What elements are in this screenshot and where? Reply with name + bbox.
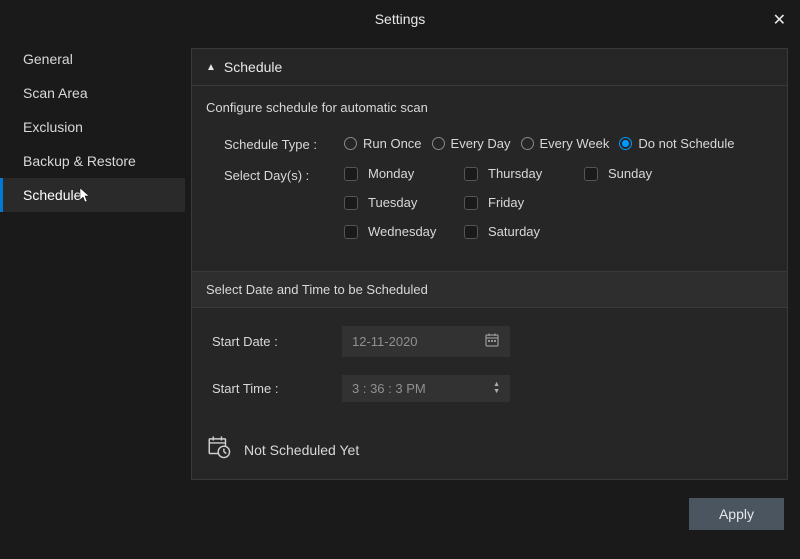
sidebar-item-exclusion[interactable]: Exclusion xyxy=(0,110,185,144)
spinner-down-icon[interactable]: ▼ xyxy=(493,389,500,395)
sidebar-item-scan-area[interactable]: Scan Area xyxy=(0,76,185,110)
start-time-label: Start Time : xyxy=(212,381,342,396)
calendar-icon[interactable] xyxy=(484,332,500,351)
checkbox-saturday[interactable]: Saturday xyxy=(464,224,584,239)
start-time-row: Start Time : 3 : 36 : 3 PM ▲▼ xyxy=(212,375,767,402)
checkbox-icon xyxy=(464,167,478,181)
radio-label: Every Day xyxy=(451,136,511,151)
checkbox-icon xyxy=(344,196,358,210)
checkbox-icon xyxy=(344,225,358,239)
checkbox-monday[interactable]: Monday xyxy=(344,166,464,181)
sidebar-item-label: Exclusion xyxy=(23,119,83,135)
schedule-status-icon xyxy=(206,434,232,465)
start-date-label: Start Date : xyxy=(212,334,342,349)
chevron-up-icon: ▲ xyxy=(206,62,216,73)
apply-button[interactable]: Apply xyxy=(689,498,784,530)
day-label: Saturday xyxy=(488,224,540,239)
checkbox-icon xyxy=(464,196,478,210)
checkbox-icon xyxy=(584,167,598,181)
checkbox-tuesday[interactable]: Tuesday xyxy=(344,195,464,210)
schedule-type-row: Schedule Type : Run Once Every Day Every… xyxy=(224,135,755,152)
cursor-icon xyxy=(79,187,93,206)
days-grid: Monday Thursday Sunday Tuesday Friday We… xyxy=(344,166,684,239)
start-date-row: Start Date : 12-11-2020 xyxy=(212,326,767,357)
day-label: Tuesday xyxy=(368,195,417,210)
radio-do-not-schedule[interactable]: Do not Schedule xyxy=(619,136,734,151)
status-text: Not Scheduled Yet xyxy=(244,442,359,458)
sidebar-item-schedule[interactable]: Schedule xyxy=(0,178,185,212)
panel-title: Schedule xyxy=(224,59,282,75)
sidebar-item-label: General xyxy=(23,51,73,67)
radio-every-day[interactable]: Every Day xyxy=(432,136,511,151)
day-label: Monday xyxy=(368,166,414,181)
title-bar: Settings ✕ xyxy=(0,0,800,38)
start-date-value: 12-11-2020 xyxy=(352,334,418,349)
day-label: Friday xyxy=(488,195,524,210)
schedule-type-label: Schedule Type : xyxy=(224,135,344,152)
day-label: Sunday xyxy=(608,166,652,181)
checkbox-thursday[interactable]: Thursday xyxy=(464,166,584,181)
schedule-panel: ▲ Schedule Configure schedule for automa… xyxy=(191,48,788,480)
start-time-input[interactable]: 3 : 36 : 3 PM ▲▼ xyxy=(342,375,510,402)
sidebar-item-label: Schedule xyxy=(23,187,81,203)
datetime-section-header: Select Date and Time to be Scheduled xyxy=(192,271,787,308)
select-days-row: Select Day(s) : Monday Thursday Sunday T… xyxy=(224,166,755,239)
schedule-form: Schedule Type : Run Once Every Day Every… xyxy=(192,135,787,271)
sidebar-item-backup-restore[interactable]: Backup & Restore xyxy=(0,144,185,178)
window-title: Settings xyxy=(375,11,426,27)
start-date-input[interactable]: 12-11-2020 xyxy=(342,326,510,357)
status-row: Not Scheduled Yet xyxy=(192,430,787,479)
day-label: Wednesday xyxy=(368,224,436,239)
radio-label: Every Week xyxy=(540,136,610,151)
sidebar: General Scan Area Exclusion Backup & Res… xyxy=(0,38,185,559)
select-days-label: Select Day(s) : xyxy=(224,166,344,239)
sidebar-item-label: Scan Area xyxy=(23,85,88,101)
radio-label: Do not Schedule xyxy=(638,136,734,151)
checkbox-wednesday[interactable]: Wednesday xyxy=(344,224,464,239)
start-time-value: 3 : 36 : 3 PM xyxy=(352,381,426,396)
time-spinner[interactable]: ▲▼ xyxy=(493,382,500,395)
checkbox-friday[interactable]: Friday xyxy=(464,195,584,210)
footer: Apply xyxy=(191,480,788,544)
sidebar-item-label: Backup & Restore xyxy=(23,153,136,169)
checkbox-sunday[interactable]: Sunday xyxy=(584,166,684,181)
panel-description: Configure schedule for automatic scan xyxy=(192,86,787,135)
day-label: Thursday xyxy=(488,166,542,181)
panel-header[interactable]: ▲ Schedule xyxy=(192,49,787,86)
sidebar-item-general[interactable]: General xyxy=(0,42,185,76)
checkbox-icon xyxy=(344,167,358,181)
main-container: General Scan Area Exclusion Backup & Res… xyxy=(0,38,800,559)
checkbox-icon xyxy=(464,225,478,239)
apply-label: Apply xyxy=(719,506,754,522)
radio-run-once[interactable]: Run Once xyxy=(344,136,422,151)
schedule-type-radios: Run Once Every Day Every Week Do not Sch… xyxy=(344,135,734,152)
radio-label: Run Once xyxy=(363,136,422,151)
datetime-area: Start Date : 12-11-2020 Start Time : 3 :… xyxy=(192,308,787,430)
main-panel: ▲ Schedule Configure schedule for automa… xyxy=(185,38,800,559)
close-icon[interactable]: ✕ xyxy=(773,10,786,30)
radio-every-week[interactable]: Every Week xyxy=(521,136,610,151)
